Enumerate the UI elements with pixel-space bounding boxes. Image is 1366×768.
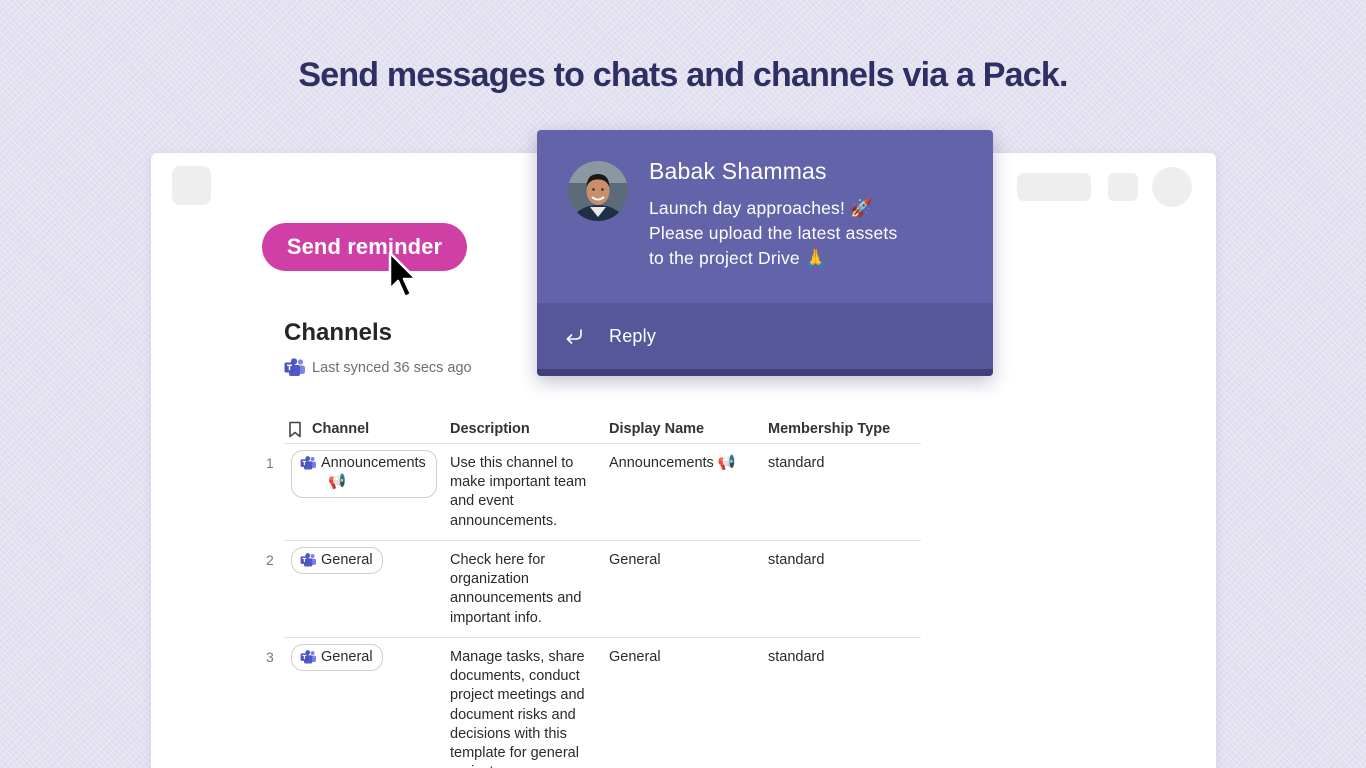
row-number: 1 [266,455,274,471]
reply-label: Reply [609,326,657,346]
teams-icon [300,650,316,664]
sync-status-text: Last synced 36 secs ago [312,360,472,376]
column-header-membership-type[interactable]: Membership Type [768,421,890,437]
channel-chip[interactable]: General [291,547,383,574]
channel-chip[interactable]: Announcements 📢 [291,450,437,498]
channel-emoji: 📢 [328,474,347,490]
membership-type-cell: standard [768,455,825,471]
avatar-placeholder[interactable] [1152,167,1192,207]
sync-status: Last synced 36 secs ago [284,358,472,378]
table-row[interactable]: 2 General Check here for organization an… [266,541,921,638]
section-title: Channels [284,319,393,346]
channel-chip[interactable]: General [291,644,383,671]
toolbar-placeholder-small[interactable] [1108,173,1138,201]
channel-name: General [321,552,373,568]
teams-icon [300,553,316,567]
channel-name: General [321,649,373,665]
channel-name: Announcements [321,455,426,471]
toolbar-placeholder-pill[interactable] [1017,173,1091,201]
teams-icon [284,358,305,376]
row-number: 3 [266,649,274,665]
table-header-row: Channel Description Display Name Members… [284,418,921,444]
page-headline: Send messages to chats and channels via … [298,56,1068,94]
teams-icon [300,456,316,470]
display-name-cell: Announcements 📢 [609,455,736,471]
membership-type-cell: standard [768,649,825,665]
description-cell: Check here for organization announcement… [450,552,582,626]
message-text: Launch day approaches! 🚀 Please upload t… [649,196,969,271]
notification-bottom-bar [537,369,993,376]
column-header-display-name[interactable]: Display Name [609,421,704,437]
sender-name: Babak Shammas [649,158,827,184]
table-row[interactable]: 3 General Manage tasks, share documents,… [266,638,921,768]
person-avatar-icon [568,161,628,221]
mouse-cursor-icon [388,251,418,299]
channels-table: Channel Description Display Name Members… [261,418,921,768]
column-header-description[interactable]: Description [450,421,530,437]
bookmark-icon [289,421,301,438]
sender-avatar [568,161,628,221]
reply-icon [566,329,582,344]
message-line: Please upload the latest assets [649,223,898,243]
message-line: to the project Drive 🙏 [649,248,827,268]
description-cell: Use this channel to make important team … [450,455,587,529]
membership-type-cell: standard [768,552,825,568]
display-name-cell: General [609,649,661,665]
send-reminder-button[interactable]: Send reminder [262,223,467,271]
description-cell: Manage tasks, share documents, conduct p… [450,649,585,768]
message-notification[interactable]: Babak Shammas Launch day approaches! 🚀 P… [537,130,993,376]
table-row[interactable]: 1 Announcements 📢 Use this channel to ma… [266,444,921,541]
display-name-cell: General [609,552,661,568]
reply-button[interactable]: Reply [537,303,993,369]
column-header-channel[interactable]: Channel [312,421,369,437]
message-line: Launch day approaches! 🚀 [649,198,873,218]
toolbar-placeholder-square[interactable] [172,166,211,205]
row-number: 2 [266,552,274,568]
